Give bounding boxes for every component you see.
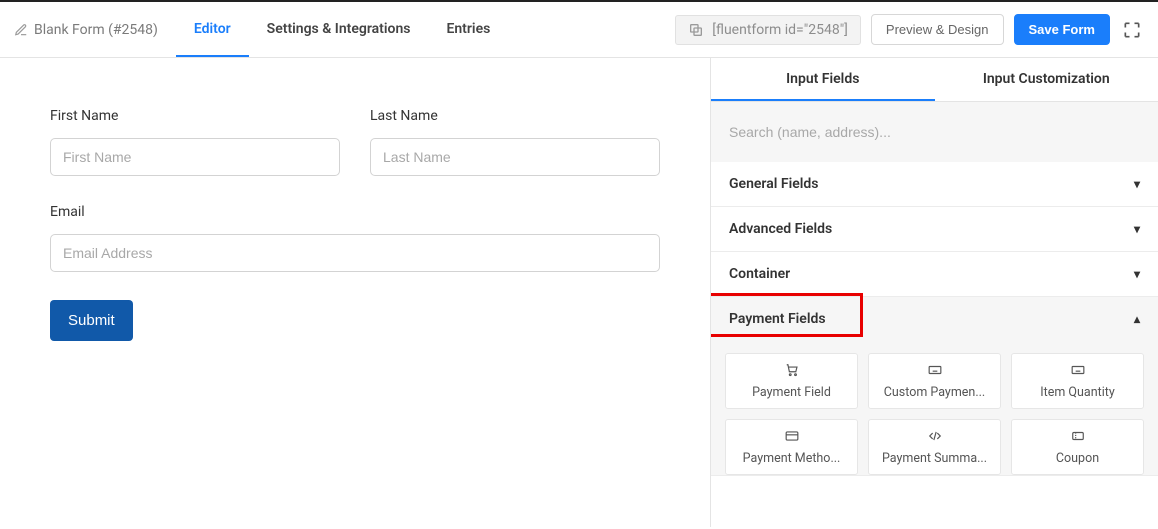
- section-general-label: General Fields: [729, 176, 818, 192]
- field-card[interactable]: Payment Field: [725, 353, 858, 409]
- form-title-text: Blank Form (#2548): [34, 22, 158, 38]
- section-container-label: Container: [729, 266, 790, 282]
- field-card[interactable]: Custom Paymen...: [868, 353, 1001, 409]
- tab-editor[interactable]: Editor: [176, 2, 249, 57]
- first-name-label: First Name: [50, 108, 340, 124]
- tab-entries[interactable]: Entries: [428, 2, 508, 57]
- panel-inner: General Fields ▾ Rectangle Advanced Fiel…: [711, 102, 1158, 527]
- main-tabs: Editor Settings & Integrations Entries: [176, 2, 508, 57]
- last-name-label: Last Name: [370, 108, 660, 124]
- ticket-icon: [1069, 429, 1087, 447]
- chevron-down-icon: ▾: [1134, 177, 1140, 191]
- cart-icon: [784, 363, 800, 381]
- field-card[interactable]: Item Quantity: [1011, 353, 1144, 409]
- name-row: First Name Last Name: [50, 108, 660, 176]
- field-card-label: Item Quantity: [1040, 385, 1115, 400]
- keyboard-icon: [926, 363, 944, 381]
- field-card[interactable]: Payment Metho...: [725, 419, 858, 475]
- last-name-input[interactable]: [370, 138, 660, 176]
- field-card-label: Payment Summa...: [882, 451, 987, 466]
- preview-design-button[interactable]: Preview & Design: [871, 14, 1004, 45]
- tab-settings[interactable]: Settings & Integrations: [249, 2, 429, 57]
- last-name-field: Last Name: [370, 108, 660, 176]
- main: First Name Last Name Email Submit Input …: [0, 58, 1158, 527]
- section-advanced-label: Advanced Fields: [729, 221, 832, 237]
- panel-search-wrap: [711, 102, 1158, 162]
- email-input[interactable]: [50, 234, 660, 272]
- shortcode-text: [fluentform id="2548"]: [712, 22, 848, 38]
- fullscreen-button[interactable]: [1120, 18, 1144, 42]
- fullscreen-icon: [1122, 20, 1142, 40]
- form-title[interactable]: Blank Form (#2548): [14, 22, 176, 38]
- section-general-fields-head[interactable]: General Fields ▾: [711, 162, 1158, 206]
- payment-fields-grid: Payment Field Custom Paymen... Item Quanti…: [711, 341, 1158, 475]
- submit-button[interactable]: Submit: [50, 300, 133, 341]
- tab-input-fields[interactable]: Input Fields: [711, 58, 935, 101]
- section-payment-label: Payment Fields: [729, 311, 826, 327]
- field-card-label: Payment Metho...: [743, 451, 841, 466]
- copy-icon: [688, 22, 704, 38]
- form-canvas: First Name Last Name Email Submit: [0, 58, 710, 527]
- section-payment-fields-head[interactable]: Payment Fields ▴: [711, 297, 1158, 341]
- chevron-up-icon: ▴: [1134, 312, 1140, 326]
- section-advanced-fields-head[interactable]: Advanced Fields ▾: [711, 207, 1158, 251]
- field-card-label: Custom Paymen...: [884, 385, 985, 400]
- field-card[interactable]: Payment Summa...: [868, 419, 1001, 475]
- panel-search-input[interactable]: [725, 116, 1144, 148]
- topbar: Blank Form (#2548) Editor Settings & Int…: [0, 2, 1158, 58]
- shortcode-box[interactable]: [fluentform id="2548"]: [675, 15, 861, 45]
- chevron-down-icon: ▾: [1134, 267, 1140, 281]
- section-payment-fields: Payment Fields ▴ Payment Field Custom Pay…: [711, 297, 1158, 476]
- pencil-icon: [14, 23, 28, 37]
- field-card-label: Coupon: [1056, 451, 1099, 466]
- first-name-input[interactable]: [50, 138, 340, 176]
- save-form-button[interactable]: Save Form: [1014, 14, 1110, 45]
- tab-input-customization[interactable]: Input Customization: [935, 58, 1158, 101]
- email-field: Email: [50, 204, 660, 272]
- keyboard-icon: [1069, 363, 1087, 381]
- panel-tabs: Input Fields Input Customization: [711, 58, 1158, 102]
- email-label: Email: [50, 204, 660, 220]
- card-icon: [783, 429, 801, 447]
- code-icon: [926, 429, 944, 447]
- field-card[interactable]: Coupon: [1011, 419, 1144, 475]
- field-card-label: Payment Field: [752, 385, 831, 400]
- chevron-down-icon: ▾: [1134, 222, 1140, 236]
- section-container-head[interactable]: Container ▾: [711, 252, 1158, 296]
- section-general-fields: General Fields ▾: [711, 162, 1158, 207]
- section-advanced-fields: Advanced Fields ▾: [711, 207, 1158, 252]
- section-container: Container ▾: [711, 252, 1158, 297]
- first-name-field: First Name: [50, 108, 340, 176]
- right-panel: Input Fields Input Customization General…: [710, 58, 1158, 527]
